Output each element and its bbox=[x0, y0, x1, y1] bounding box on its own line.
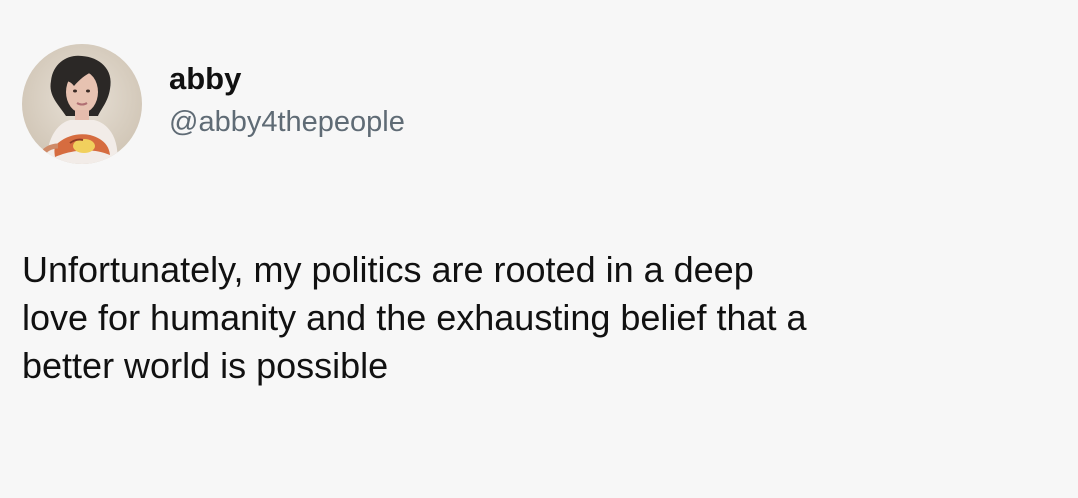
author-meta: abby @abby4thepeople bbox=[169, 60, 405, 140]
tweet-header: abby @abby4thepeople bbox=[22, 44, 405, 164]
profile-photo-icon bbox=[22, 44, 142, 164]
author-handle[interactable]: @abby4thepeople bbox=[169, 104, 405, 140]
tweet-body: Unfortunately, my politics are rooted in… bbox=[22, 246, 1052, 390]
tweet-body-line: better world is possible bbox=[22, 345, 389, 386]
tweet-card: abby @abby4thepeople Unfortunately, my p… bbox=[0, 0, 1078, 498]
tweet-body-line: love for humanity and the exhausting bel… bbox=[22, 297, 807, 338]
profile-avatar[interactable] bbox=[22, 44, 142, 164]
tweet-body-line: Unfortunately, my politics are rooted in… bbox=[22, 249, 754, 290]
author-display-name[interactable]: abby bbox=[169, 60, 405, 98]
